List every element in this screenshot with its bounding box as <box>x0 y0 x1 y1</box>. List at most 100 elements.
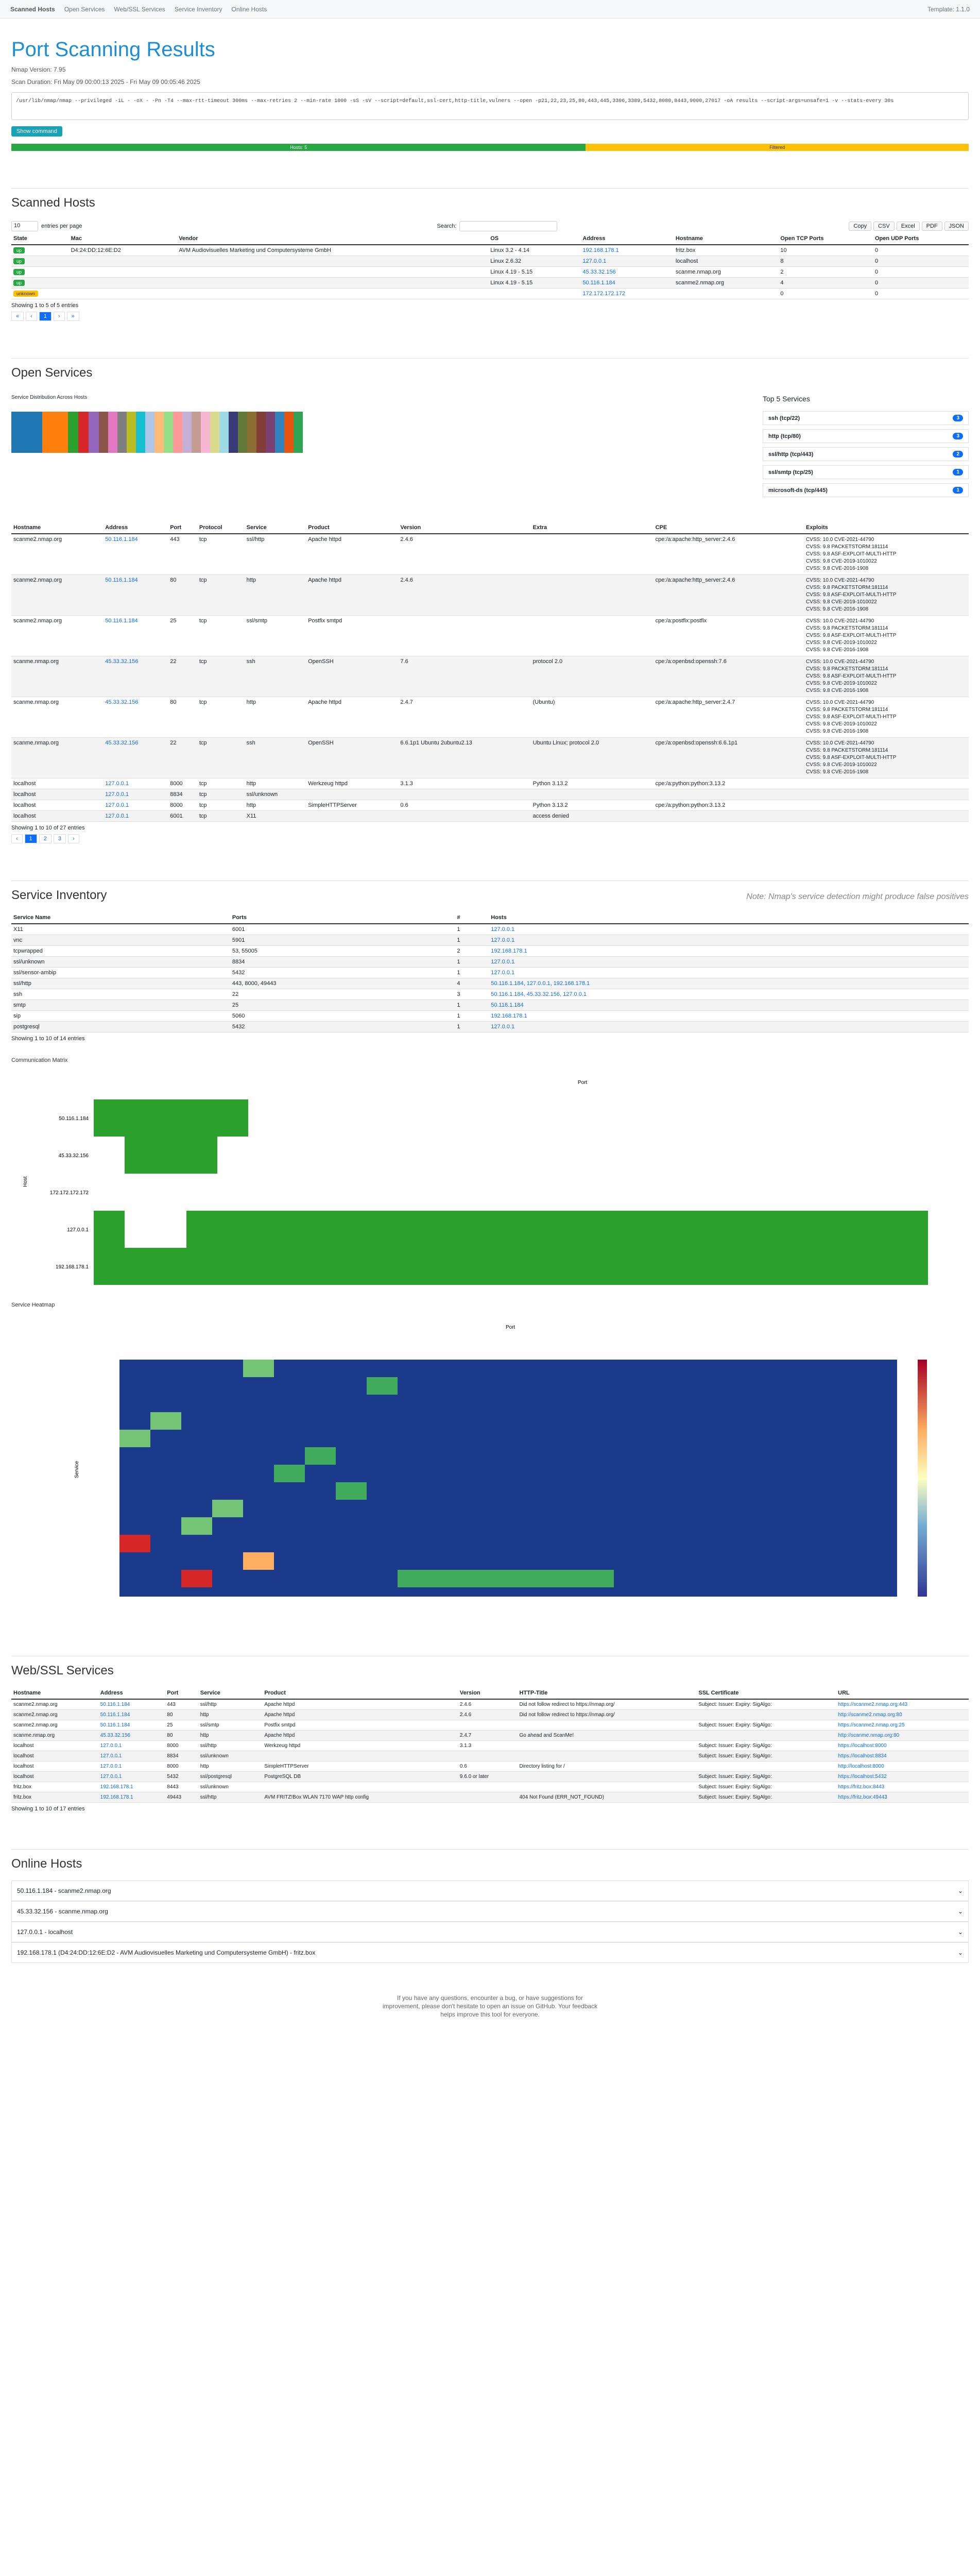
online-host-item[interactable]: 127.0.0.1 - localhost ⌄ <box>11 1922 969 1942</box>
address-link[interactable]: 50.116.1.184 <box>105 536 137 543</box>
column-header[interactable]: Port <box>168 522 197 534</box>
exploit-item[interactable]: CVSS: 10.0 CVE-2021-44790 <box>806 740 967 747</box>
column-header[interactable]: # <box>455 912 489 924</box>
exploit-item[interactable]: CVSS: 9.8 CVE-2016-1908 <box>806 647 967 654</box>
url-link[interactable]: http://localhost:8000 <box>838 1764 884 1769</box>
column-header[interactable]: State <box>11 233 69 245</box>
exploit-item[interactable]: CVSS: 10.0 CVE-2021-44790 <box>806 536 967 544</box>
address-link[interactable]: 127.0.0.1 <box>105 781 129 787</box>
column-header[interactable]: Service Name <box>11 912 230 924</box>
csv-button[interactable]: CSV <box>873 222 895 231</box>
table-cell[interactable]: 45.33.32.156 <box>103 737 168 778</box>
nav-brand[interactable]: Scanned Hosts <box>10 6 55 13</box>
table-cell[interactable]: 127.0.0.1 <box>103 789 168 800</box>
table-cell[interactable]: 50.116.1.184 <box>98 1720 165 1731</box>
table-cell[interactable]: 127.0.0.1 <box>103 800 168 811</box>
exploit-item[interactable]: CVSS: 9.8 PACKETSTORM:181114 <box>806 625 967 632</box>
table-cell[interactable]: 192.168.178.1 <box>580 245 674 256</box>
page-3[interactable]: 3 <box>53 834 66 843</box>
column-header[interactable]: Address <box>580 233 674 245</box>
column-header[interactable]: Version <box>398 522 531 534</box>
last-page[interactable]: » <box>66 312 79 321</box>
column-header[interactable]: Hostname <box>673 233 779 245</box>
table-cell[interactable]: 50.116.1.184, 127.0.0.1, 192.168.178.1 <box>489 978 969 989</box>
exploit-item[interactable]: CVSS: 9.8 ASF-EXPLOIT-MULTI-HTTP <box>806 632 967 639</box>
column-header[interactable]: Ports <box>230 912 455 924</box>
column-header[interactable]: Protocol <box>197 522 245 534</box>
table-cell[interactable]: https://fritz.box:8443 <box>836 1782 969 1792</box>
address-link[interactable]: 50.116.1.184 <box>582 280 615 286</box>
nav-web-ssl[interactable]: Web/SSL Services <box>114 6 165 13</box>
table-cell[interactable]: 50.116.1.184 <box>103 615 168 656</box>
url-link[interactable]: https://scanme2.nmap.org:443 <box>838 1702 907 1707</box>
address-link[interactable]: 172.172.172.172 <box>582 291 625 297</box>
exploit-item[interactable]: CVSS: 9.8 PACKETSTORM:181114 <box>806 747 967 754</box>
address-link[interactable]: 192.168.178.1 <box>582 247 618 253</box>
table-cell[interactable]: 50.116.1.184 <box>103 574 168 616</box>
search-input[interactable] <box>459 221 558 231</box>
exploit-item[interactable]: CVSS: 9.8 ASF-EXPLOIT-MULTI-HTTP <box>806 714 967 721</box>
column-header[interactable]: Port <box>165 1687 198 1700</box>
address-link[interactable]: 127.0.0.1 <box>100 1753 122 1759</box>
table-cell[interactable]: https://scanme2.nmap.org:25 <box>836 1720 969 1731</box>
host-link[interactable]: 192.168.178.1 <box>491 1013 527 1019</box>
table-cell[interactable]: https://localhost:5432 <box>836 1771 969 1782</box>
exploit-item[interactable]: CVSS: 10.0 CVE-2021-44790 <box>806 658 967 666</box>
exploit-item[interactable]: CVSS: 10.0 CVE-2021-44790 <box>806 699 967 706</box>
table-cell[interactable]: 127.0.0.1 <box>98 1740 165 1751</box>
table-cell[interactable]: http://scanme2.nmap.org:80 <box>836 1709 969 1720</box>
exploit-item[interactable]: CVSS: 9.8 CVE-2016-1908 <box>806 728 967 735</box>
address-link[interactable]: 45.33.32.156 <box>105 699 138 705</box>
host-link[interactable]: 127.0.0.1 <box>491 1024 514 1030</box>
column-header[interactable]: Service <box>198 1687 263 1700</box>
address-link[interactable]: 127.0.0.1 <box>100 1774 122 1780</box>
exploit-item[interactable]: CVSS: 9.8 ASF-EXPLOIT-MULTI-HTTP <box>806 591 967 599</box>
table-cell[interactable]: 50.116.1.184 <box>103 534 168 575</box>
show-command-button[interactable]: Show command <box>11 126 62 137</box>
address-link[interactable]: 50.116.1.184 <box>105 618 137 624</box>
column-header[interactable]: CPE <box>653 522 804 534</box>
address-link[interactable]: 45.33.32.156 <box>100 1733 130 1738</box>
page-1[interactable]: 1 <box>39 312 51 321</box>
table-cell[interactable]: 127.0.0.1 <box>489 1021 969 1032</box>
url-link[interactable]: https://scanme2.nmap.org:25 <box>838 1722 905 1728</box>
url-link[interactable]: https://localhost:5432 <box>838 1774 887 1780</box>
address-link[interactable]: 50.116.1.184 <box>105 577 137 583</box>
online-host-item[interactable]: 50.116.1.184 - scanme2.nmap.org ⌄ <box>11 1880 969 1901</box>
table-cell[interactable]: 192.168.178.1 <box>98 1782 165 1792</box>
address-link[interactable]: 50.116.1.184 <box>100 1702 130 1707</box>
column-header[interactable]: Service <box>244 522 306 534</box>
column-header[interactable]: Hosts <box>489 912 969 924</box>
column-header[interactable]: Vendor <box>177 233 489 245</box>
table-cell[interactable]: https://scanme2.nmap.org:443 <box>836 1699 969 1710</box>
table-cell[interactable]: 127.0.0.1 <box>103 778 168 789</box>
column-header[interactable]: Version <box>457 1687 518 1700</box>
host-link[interactable]: 127.0.0.1 <box>491 937 514 943</box>
address-link[interactable]: 50.116.1.184 <box>100 1722 130 1728</box>
table-cell[interactable]: 50.116.1.184 <box>580 277 674 289</box>
column-header[interactable]: Hostname <box>11 1687 98 1700</box>
next-button[interactable]: › <box>53 312 65 321</box>
address-link[interactable]: 45.33.32.156 <box>582 269 615 275</box>
exploit-item[interactable]: CVSS: 9.8 ASF-EXPLOIT-MULTI-HTTP <box>806 754 967 761</box>
host-link[interactable]: 50.116.1.184, 45.33.32.156, 127.0.0.1 <box>491 991 587 997</box>
page-1[interactable]: 1 <box>24 834 37 843</box>
online-host-item[interactable]: 45.33.32.156 - scanme.nmap.org ⌄ <box>11 1901 969 1922</box>
table-cell[interactable]: https://localhost:8000 <box>836 1740 969 1751</box>
address-link[interactable]: 50.116.1.184 <box>100 1712 130 1718</box>
table-cell[interactable]: 172.172.172.172 <box>580 288 674 299</box>
host-link[interactable]: 50.116.1.184 <box>491 1002 523 1008</box>
table-cell[interactable]: 192.168.178.1 <box>489 1010 969 1022</box>
exploit-item[interactable]: CVSS: 9.8 CVE-2019-1010022 <box>806 639 967 647</box>
prev-button[interactable]: ‹ <box>26 312 37 321</box>
table-cell[interactable]: 127.0.0.1 <box>98 1751 165 1761</box>
table-cell[interactable]: https://fritz.box:49443 <box>836 1792 969 1803</box>
host-link[interactable]: 127.0.0.1 <box>491 970 514 976</box>
url-link[interactable]: https://localhost:8000 <box>838 1743 887 1749</box>
entries-select[interactable]: 10 <box>11 221 38 231</box>
exploit-item[interactable]: CVSS: 9.8 CVE-2019-1010022 <box>806 558 967 565</box>
host-link[interactable]: 127.0.0.1 <box>491 926 514 933</box>
exploit-item[interactable]: CVSS: 10.0 CVE-2021-44790 <box>806 577 967 584</box>
address-link[interactable]: 192.168.178.1 <box>100 1784 133 1790</box>
column-header[interactable]: URL <box>836 1687 969 1700</box>
